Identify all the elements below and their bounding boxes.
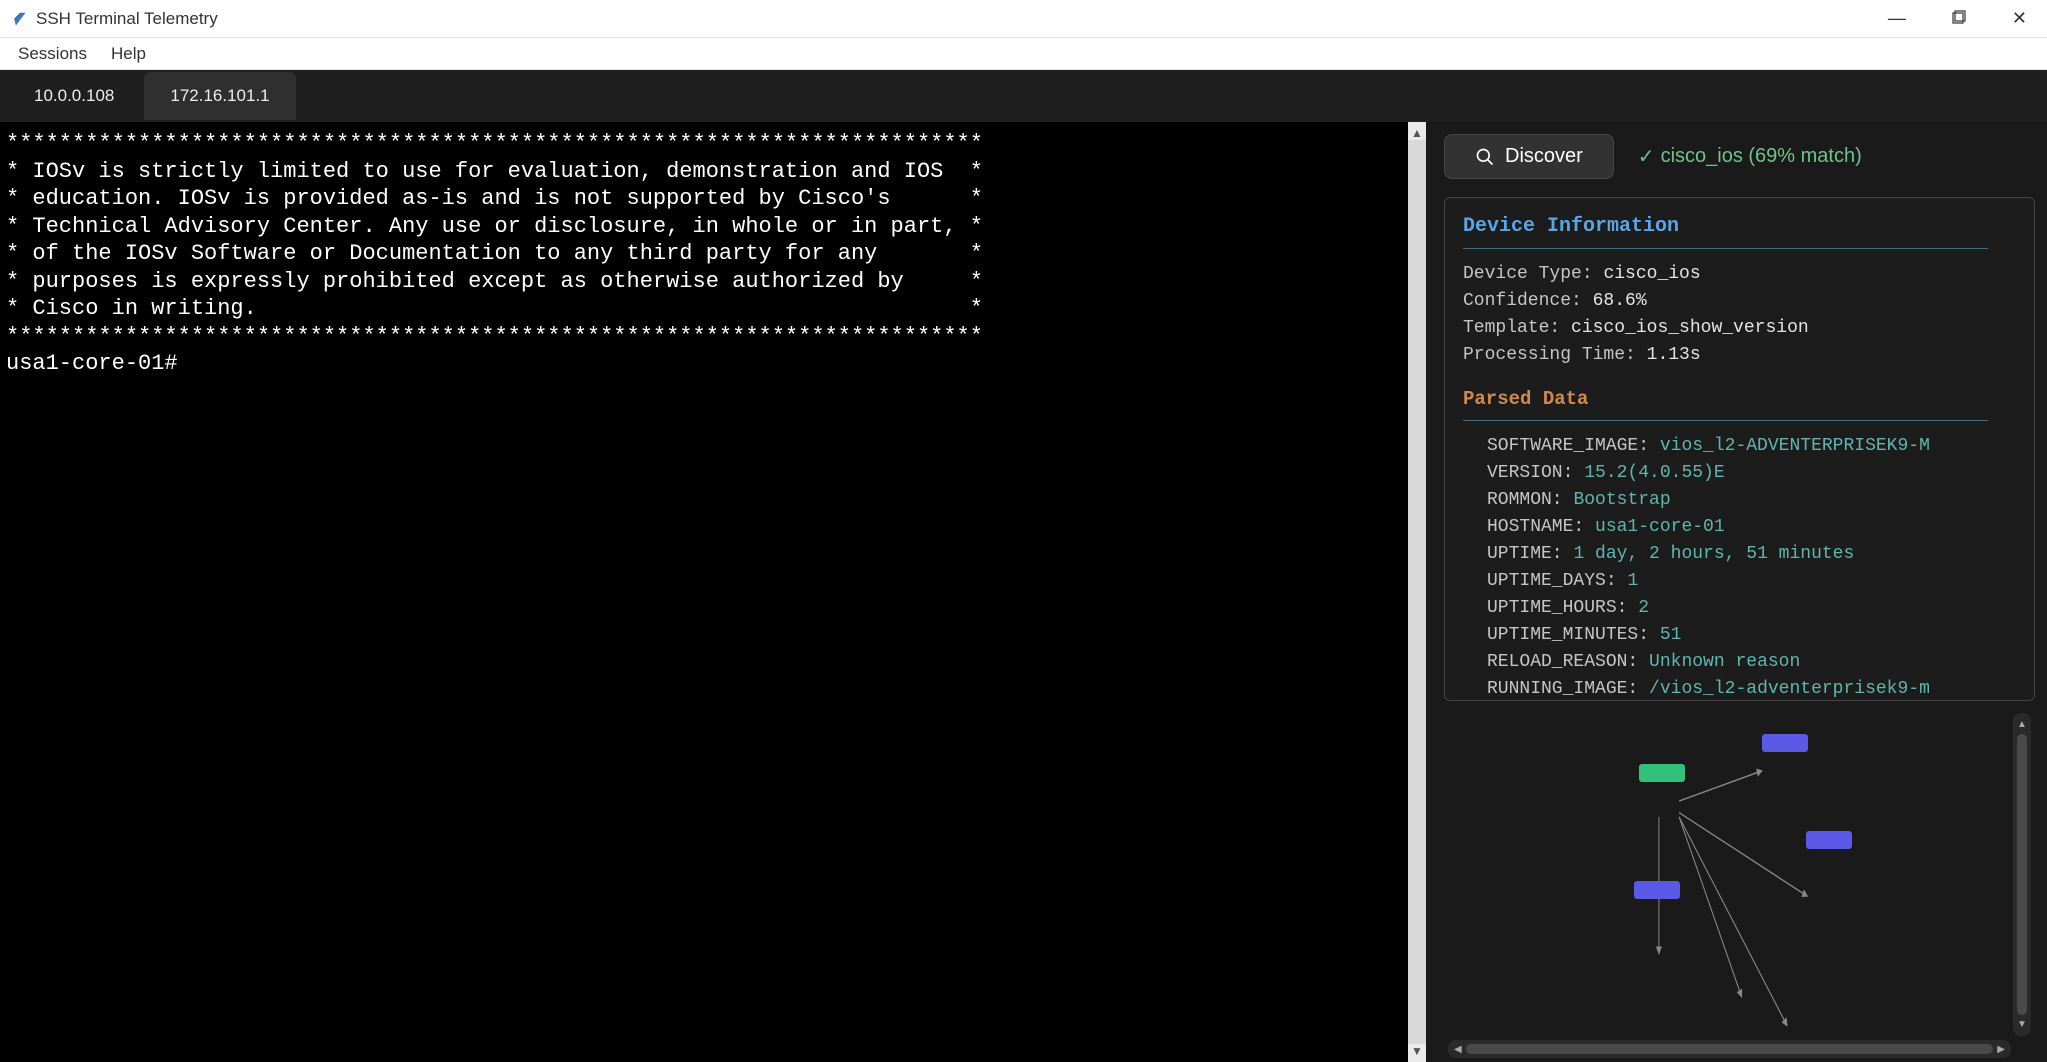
parsed-data-heading: Parsed Data [1463,385,2016,414]
window-title: SSH Terminal Telemetry [36,9,218,29]
device-info-line: Device Type: cisco_ios [1463,261,2016,288]
parsed-data-line: UPTIME_HOURS: 2 [1487,595,2016,622]
divider [1463,248,1988,249]
device-info-line: Template: cisco_ios_show_version [1463,315,2016,342]
tab-label: 172.16.101.1 [170,86,269,105]
parsed-data-line: VERSION: 15.2(4.0.55)E [1487,460,2016,487]
graph-pane: ▲ ▼ ◀ ▶ [1444,709,2035,1062]
device-info-line: Processing Time: 1.13s [1463,342,2016,369]
graph-node-peer[interactable] [1806,831,1852,849]
parsed-data-line: UPTIME_DAYS: 1 [1487,568,2016,595]
discover-status-text: cisco_ios (69% match) [1661,145,1862,168]
tab-label: 10.0.0.108 [34,86,114,105]
scroll-up-icon: ▲ [1411,126,1423,140]
scroll-down-icon: ▼ [1411,1044,1423,1058]
graph-hscrollbar[interactable]: ◀ ▶ [1448,1040,2011,1058]
scroll-right-icon: ▶ [1997,1044,2005,1055]
window-controls: — ✕ [1880,4,2035,33]
parsed-data-line: UPTIME_MINUTES: 51 [1487,622,2016,649]
discover-status: ✓ cisco_ios (69% match) [1638,144,1862,169]
device-info-heading: Device Information [1463,212,2016,242]
maximize-button[interactable] [1944,6,1974,31]
app-icon [10,10,28,28]
tab-host-1[interactable]: 10.0.0.108 [8,72,140,120]
graph-node-self[interactable] [1639,764,1685,782]
device-info-box: Device Information Device Type: cisco_io… [1444,197,2035,701]
scroll-left-icon: ◀ [1454,1044,1462,1055]
terminal-scrollbar[interactable]: ▲ ▼ [1408,122,1426,1062]
discover-button[interactable]: Discover [1444,134,1614,179]
divider [1463,420,1988,421]
discover-button-label: Discover [1505,145,1583,168]
graph-vscrollbar[interactable]: ▲ ▼ [2013,713,2031,1036]
check-icon: ✓ [1638,144,1655,169]
parsed-data-line: ROMMON: Bootstrap [1487,487,2016,514]
topology-graph[interactable] [1444,709,2009,1040]
device-info-line: Confidence: 68.6% [1463,288,2016,315]
terminal-pane: ****************************************… [0,122,1426,1062]
graph-node-peer[interactable] [1634,881,1680,899]
minimize-button[interactable]: — [1880,4,1914,33]
menu-help[interactable]: Help [101,40,156,68]
parsed-data-line: SOFTWARE_IMAGE: vios_l2-ADVENTERPRISEK9-… [1487,433,2016,460]
tab-host-2[interactable]: 172.16.101.1 [144,72,295,120]
parsed-data-line: RELOAD_REASON: Unknown reason [1487,649,2016,676]
discover-row: Discover ✓ cisco_ios (69% match) [1444,134,2035,179]
terminal-output[interactable]: ****************************************… [0,122,1408,1062]
scroll-down-icon: ▼ [2017,1019,2027,1030]
search-icon [1475,147,1495,167]
terminal-text: ****************************************… [6,130,1402,378]
menubar: Sessions Help [0,38,2047,70]
content-row: ****************************************… [0,122,2047,1062]
app-body: 10.0.0.108 172.16.101.1 ****************… [0,70,2047,1062]
graph-node-peer[interactable] [1762,734,1808,752]
menu-sessions[interactable]: Sessions [8,40,97,68]
right-panel: Discover ✓ cisco_ios (69% match) Device … [1426,122,2047,1062]
scroll-up-icon: ▲ [2017,719,2027,730]
parsed-data-line: UPTIME: 1 day, 2 hours, 51 minutes [1487,541,2016,568]
close-button[interactable]: ✕ [2004,4,2035,33]
parsed-data-line: RUNNING_IMAGE: /vios_l2-adventerprisek9-… [1487,676,2016,702]
tabs-row: 10.0.0.108 172.16.101.1 [0,70,2047,122]
parsed-data-line: HOSTNAME: usa1-core-01 [1487,514,2016,541]
titlebar: SSH Terminal Telemetry — ✕ [0,0,2047,38]
